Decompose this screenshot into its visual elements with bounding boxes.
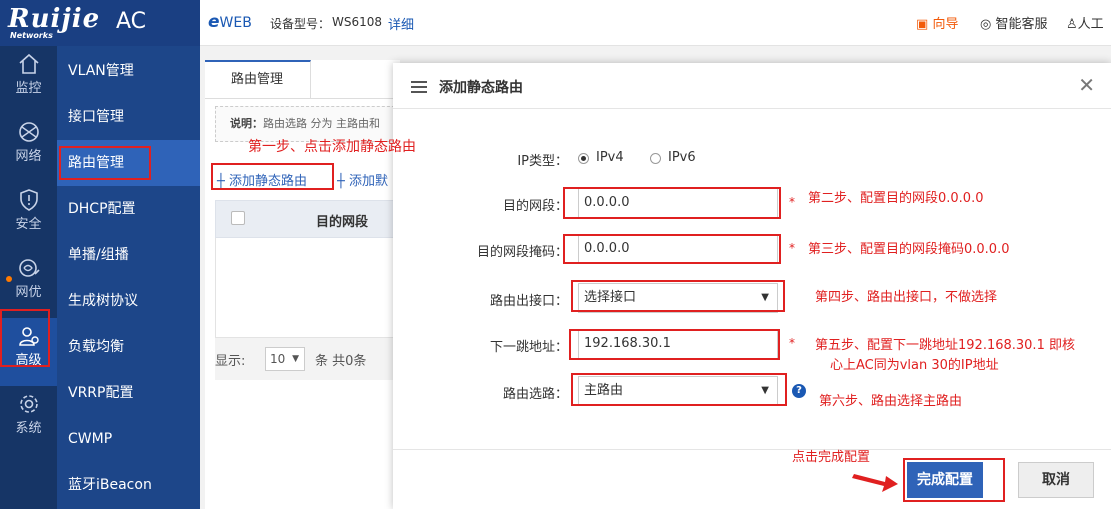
route-table-body (215, 238, 400, 338)
submenu-item-vrrp[interactable]: VRRP配置 (57, 370, 200, 416)
tab-divider (205, 98, 400, 99)
model-label: 设备型号： (270, 17, 331, 31)
annotation-step1: 第一步、点击添加静态路由 (248, 139, 416, 155)
annotation-box-finish (903, 458, 1005, 502)
select-all-checkbox[interactable] (231, 211, 245, 225)
ip-type-group: IPv4 IPv6 (578, 150, 718, 166)
wizard-icon: ▣ (916, 17, 929, 32)
rail-label: 监控 (15, 81, 42, 96)
brand-bar: Ruijie Networks AC (0, 0, 200, 46)
rail-label: 系统 (15, 421, 42, 436)
notification-dot (6, 276, 12, 282)
rail-label: 网优 (15, 285, 42, 300)
add-default-route-label: 添加默 (348, 174, 388, 189)
product-name: AC (116, 9, 147, 34)
cancel-button[interactable]: 取消 (1018, 462, 1094, 498)
pager-show-label: 显示: (215, 354, 246, 369)
ipv4-label: IPv4 (596, 150, 624, 165)
dest-network-label: 目的网段： (502, 199, 568, 214)
rail-item-network[interactable]: 网络 (0, 114, 57, 182)
human-service-link[interactable]: ♙人工 (1066, 13, 1104, 32)
annotation-finish: 点击完成配置 (792, 450, 871, 465)
submenu-item-vlan[interactable]: VLAN管理 (57, 48, 200, 94)
annotation-step4: 第四步、路由出接口，不做选择 (815, 290, 998, 305)
app: Ruijie Networks AC eWEB 设备型号： WS6108 详细 … (0, 0, 1111, 509)
user-icon: ♙ (1066, 17, 1078, 32)
ipv6-label: IPv6 (668, 150, 696, 165)
annotation-box-dest (563, 187, 781, 219)
submenu-item-interface[interactable]: 接口管理 (57, 94, 200, 140)
close-icon[interactable]: ✕ (1078, 73, 1095, 97)
wizard-link[interactable]: ▣ 向导 (916, 13, 958, 32)
required-mark: * (789, 241, 795, 255)
wizard-label: 向导 (932, 17, 959, 32)
plus-icon: ┼ (337, 174, 345, 189)
annotation-box-nexthop (569, 329, 780, 360)
annotation-box-iface (571, 280, 785, 312)
ipv6-radio[interactable] (650, 153, 661, 164)
wifi-optimize-icon (19, 259, 40, 277)
dialog-header: 添加静态路由 ✕ (393, 63, 1111, 109)
annotation-box-routing-menu (59, 146, 151, 180)
rail-item-monitor[interactable]: 监控 (0, 46, 57, 114)
pager-count: 条 共0条 (315, 354, 367, 369)
next-hop-label: 下一跳地址： (489, 340, 568, 355)
rail-label: 网络 (15, 149, 42, 164)
detail-link[interactable]: 详细 (388, 14, 414, 33)
ip-type-label: IP类型： (517, 154, 568, 169)
pagination: 显示: 10 ▼ 条 共0条 (215, 338, 400, 380)
model-value: WS6108 (332, 15, 383, 29)
rail-label: 安全 (15, 217, 42, 232)
column-dest-network: 目的网段 (316, 215, 369, 230)
caret-down-icon: ▼ (292, 354, 299, 364)
dialog-title: 添加静态路由 (439, 80, 523, 96)
annotation-step5-line2: 心上AC同为vlan 30的IP地址 (830, 358, 999, 373)
smart-service-label: 智能客服 (995, 17, 1048, 32)
shield-icon (20, 189, 38, 211)
rail-item-system[interactable]: 系统 (0, 386, 57, 454)
annotation-box-advanced (0, 309, 50, 367)
annotation-box-route (571, 373, 787, 406)
annotation-box-add-route (211, 163, 334, 190)
required-mark: * (789, 336, 795, 350)
submenu-item-stp[interactable]: 生成树协议 (57, 278, 200, 324)
page-size-select[interactable]: 10 ▼ (265, 347, 305, 371)
gear-icon (20, 395, 38, 413)
ipv4-radio[interactable] (578, 153, 589, 164)
submenu-item-load-balance[interactable]: 负载均衡 (57, 324, 200, 370)
annotation-arrow-icon (852, 474, 898, 492)
annotation-step2: 第二步、配置目的网段0.0.0.0 (808, 191, 984, 206)
annotation-step5-line1: 第五步、配置下一跳地址192.168.30.1 即核 (815, 338, 1075, 353)
human-service-label: 人工 (1077, 17, 1104, 32)
submenu-item-dhcp[interactable]: DHCP配置 (57, 186, 200, 232)
menu-icon (411, 81, 427, 93)
annotation-box-mask (563, 234, 781, 264)
submenu-item-multicast[interactable]: 单播/组播 (57, 232, 200, 278)
required-mark: * (789, 195, 795, 209)
annotation-step6: 第六步、路由选择主路由 (819, 394, 963, 409)
route-management-panel: 路由管理 说明：路由选路 分为 主路由和 ┼ 添加静态路由 ┼ 添加默 目的网段… (205, 60, 400, 509)
brand-networks-text: Networks (10, 31, 53, 40)
route-table-header: 目的网段 (215, 200, 400, 238)
sub-nav-menu: VLAN管理 接口管理 路由管理 DHCP配置 单播/组播 生成树协议 负载均衡… (57, 46, 200, 509)
smart-service-link[interactable]: ◎ 智能客服 (980, 13, 1048, 32)
tab-route-management[interactable]: 路由管理 (205, 60, 311, 98)
submenu-item-ibeacon[interactable]: 蓝牙iBeacon (57, 462, 200, 508)
top-bar: eWEB 设备型号： WS6108 详细 ▣ 向导 ◎ 智能客服 ♙人工 (200, 0, 1111, 46)
annotation-step3: 第三步、配置目的网段掩码0.0.0.0 (808, 242, 1010, 257)
home-icon (19, 53, 39, 74)
out-interface-label: 路由出接口： (489, 294, 568, 309)
dest-mask-label: 目的网段掩码： (476, 245, 568, 260)
globe-icon (19, 122, 39, 142)
eweb-logo: eWEB (208, 12, 252, 32)
submenu-item-cwmp[interactable]: CWMP (57, 416, 200, 462)
route-select-label: 路由选路： (502, 387, 568, 402)
help-icon[interactable]: ? (792, 384, 806, 398)
ruijie-logo: Ruijie (8, 4, 101, 34)
rail-item-security[interactable]: 安全 (0, 182, 57, 250)
headset-icon: ◎ (980, 17, 992, 32)
rail-item-optimize[interactable]: 网优 (0, 250, 57, 318)
